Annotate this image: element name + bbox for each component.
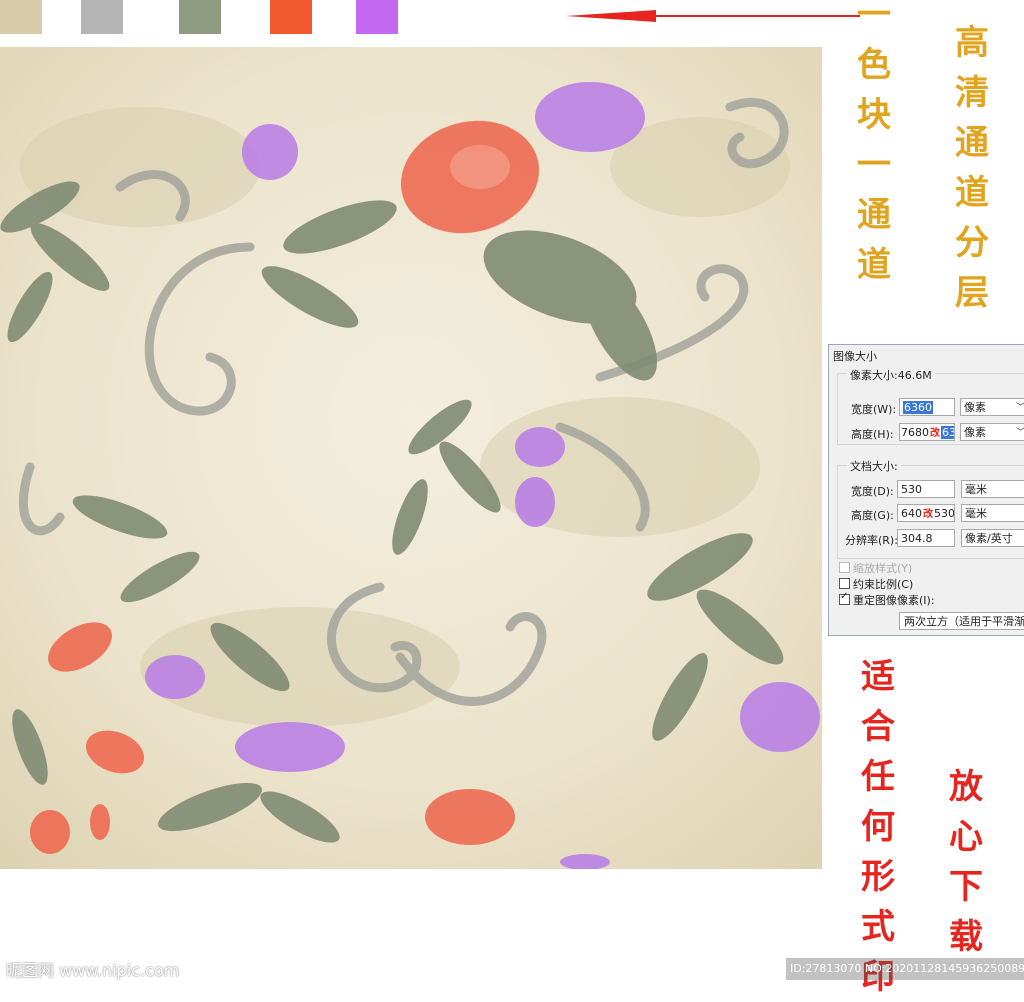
pixel-width-row: 宽度(W): 6360 像素 ﹀ xyxy=(829,398,1024,418)
color-swatch-purple xyxy=(356,0,398,34)
resample-method-value: 两次立方（适用于平滑渐变 xyxy=(904,615,1024,628)
checkbox-checked-icon: ✓ xyxy=(839,591,850,605)
annotation-char: 通 xyxy=(857,195,891,235)
annotation-char: 高 xyxy=(955,23,989,63)
pixel-height-label: 高度(H): xyxy=(851,428,894,441)
resolution-unit: 像素/英寸 xyxy=(965,532,1013,545)
annotation-char: 心 xyxy=(949,817,983,857)
pixel-width-value: 6360 xyxy=(903,401,933,414)
annotation-download-safely: 放心下载 xyxy=(944,762,988,962)
dialog-title: 图像大小 xyxy=(833,350,877,363)
chevron-down-icon: ﹀ xyxy=(1016,424,1024,442)
constrain-proportions-checkbox[interactable]: 约束比例(C) xyxy=(839,576,913,592)
annotation-hd-channel-layers: 高清通道分层 xyxy=(950,18,994,318)
doc-height-row: 高度(G): 640改530 毫米 xyxy=(829,504,1024,524)
annotation-char: 通 xyxy=(955,123,989,163)
constrain-proportions-label: 约束比例(C) xyxy=(853,578,914,591)
color-swatch-beige xyxy=(0,0,42,34)
annotation-char: 适 xyxy=(861,657,895,697)
annotation-char: 式 xyxy=(861,907,895,947)
document-size-label: 文档大小: xyxy=(847,458,901,474)
annotation-char: 清 xyxy=(955,73,989,113)
doc-height-change-note: 改 xyxy=(923,509,933,520)
annotation-one-block-one-channel: 一色块一通道 xyxy=(852,0,896,290)
pixel-width-unit: 像素 xyxy=(964,401,986,414)
floral-pattern-artwork xyxy=(0,47,822,869)
pixel-height-value: 6360 xyxy=(941,426,954,439)
pixel-dimensions-label: 像素大小:46.6M xyxy=(847,367,935,383)
resample-image-label: 重定图像像素(I): xyxy=(853,594,935,607)
doc-height-value: 530 xyxy=(934,507,955,520)
annotation-char: 形 xyxy=(861,857,895,897)
image-id-bar: ID:27813070 NO:20201128145936250089 xyxy=(786,958,1024,980)
resolution-input[interactable]: 304.8 xyxy=(897,529,955,547)
annotation-char: 合 xyxy=(861,707,895,747)
doc-width-input[interactable]: 530 xyxy=(897,480,955,498)
annotation-char: 何 xyxy=(861,807,895,847)
annotation-char: 载 xyxy=(949,917,983,957)
resample-image-checkbox[interactable]: ✓ 重定图像像素(I): xyxy=(839,591,935,608)
doc-width-unit: 毫米 xyxy=(965,483,987,496)
pixel-width-input[interactable]: 6360 xyxy=(899,398,955,416)
annotation-char: 任 xyxy=(861,757,895,797)
annotation-char: 一 xyxy=(857,145,891,185)
annotation-char: 分 xyxy=(955,223,989,263)
annotation-char: 下 xyxy=(949,867,983,907)
pixel-height-original: 7680 xyxy=(901,426,929,439)
doc-width-unit-select[interactable]: 毫米 xyxy=(961,480,1024,498)
color-swatch-orange xyxy=(270,0,312,34)
resolution-row: 分辨率(R): 304.8 像素/英寸 xyxy=(829,529,1024,549)
annotation-char: 层 xyxy=(955,273,989,313)
annotation-char: 块 xyxy=(857,95,891,135)
scale-styles-label: 缩放样式(Y) xyxy=(853,562,913,575)
pixel-width-unit-select[interactable]: 像素 ﹀ xyxy=(960,398,1024,416)
checkbox-unchecked-icon xyxy=(839,578,850,589)
site-watermark: 昵图网 www.nipic.com xyxy=(6,961,180,980)
scale-styles-checkbox[interactable]: 缩放样式(Y) xyxy=(839,560,912,576)
doc-width-row: 宽度(D): 530 毫米 xyxy=(829,480,1024,500)
resolution-label: 分辨率(R): xyxy=(845,534,898,547)
annotation-char: 一 xyxy=(857,0,891,35)
resolution-unit-select[interactable]: 像素/英寸 xyxy=(961,529,1024,547)
pixel-width-label: 宽度(W): xyxy=(851,403,897,416)
pixel-height-unit: 像素 xyxy=(964,426,986,439)
color-swatch-gray xyxy=(81,0,123,34)
doc-height-input[interactable]: 640改530 xyxy=(897,504,955,522)
color-swatch-green xyxy=(179,0,221,34)
annotation-suitable-for-any-print: 适合任何形式印 xyxy=(856,652,900,1002)
resolution-value: 304.8 xyxy=(901,532,933,545)
pixel-height-row: 高度(H): 7680改6360 像素 ﹀ xyxy=(829,423,1024,443)
pixel-height-unit-select[interactable]: 像素 ﹀ xyxy=(960,423,1024,441)
doc-height-label: 高度(G): xyxy=(851,509,894,522)
resample-method-select[interactable]: 两次立方（适用于平滑渐变 xyxy=(899,612,1024,630)
image-size-dialog: 图像大小 像素大小:46.6M 宽度(W): 6360 像素 ﹀ 高度(H): 7… xyxy=(828,344,1024,636)
doc-height-original: 640 xyxy=(901,507,922,520)
image-id-text: ID:27813070 NO:20201128145936250089 xyxy=(790,962,1024,975)
doc-width-value: 530 xyxy=(901,483,922,496)
annotation-char: 道 xyxy=(857,245,891,285)
pixel-height-input[interactable]: 7680改6360 xyxy=(899,423,955,441)
annotation-char: 道 xyxy=(955,173,989,213)
doc-width-label: 宽度(D): xyxy=(851,485,894,498)
annotation-char: 色 xyxy=(857,45,891,85)
doc-height-unit-select[interactable]: 毫米 xyxy=(961,504,1024,522)
checkbox-unchecked-icon xyxy=(839,562,850,573)
annotation-char: 放 xyxy=(949,767,983,807)
chevron-down-icon: ﹀ xyxy=(1016,399,1024,417)
doc-height-unit: 毫米 xyxy=(965,507,987,520)
pixel-height-change-note: 改 xyxy=(930,428,940,439)
left-arrow-icon xyxy=(566,10,860,22)
